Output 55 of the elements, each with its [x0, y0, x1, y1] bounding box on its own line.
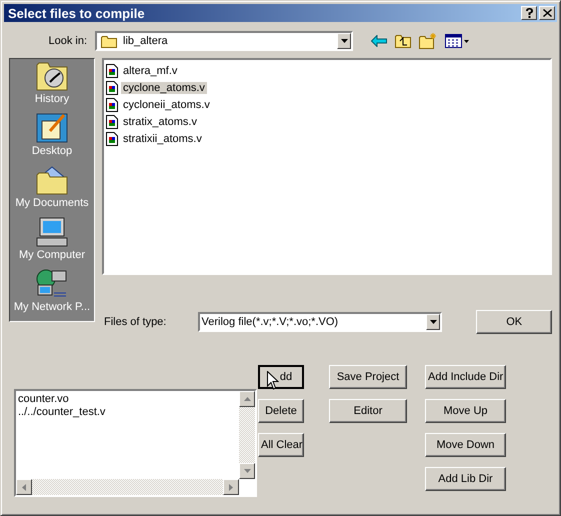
ok-button[interactable]: OK: [476, 310, 552, 334]
dialog-button[interactable]: Add Include Dir: [425, 365, 506, 389]
dialog-button[interactable]: All Clear: [258, 433, 304, 457]
file-type-dropdown[interactable]: Verilog file(*.v;*.V;*.vo;*.VO): [198, 312, 442, 332]
look-in-label: Look in:: [47, 35, 88, 47]
dialog-button[interactable]: Move Up: [425, 399, 506, 423]
scroll-left-icon: [22, 484, 26, 490]
view-menu-icon[interactable]: [445, 34, 469, 48]
place-item[interactable]: My Network P...: [14, 269, 90, 321]
network-computers-icon: [36, 269, 68, 299]
computer-icon: [36, 217, 68, 247]
list-item[interactable]: ../../counter_test.v: [18, 406, 237, 419]
dropdown-arrow-icon: [430, 320, 437, 324]
new-folder-icon[interactable]: [419, 33, 437, 49]
verilog-file-icon: [106, 80, 118, 94]
window-title: Select files to compile: [8, 6, 145, 20]
mouse-pointer-icon: [267, 371, 279, 390]
verilog-file-icon: [106, 132, 118, 146]
folder-clock-icon: [36, 61, 68, 91]
up-folder-icon[interactable]: [395, 34, 411, 48]
folder-icon: [101, 34, 117, 48]
file-item[interactable]: cyclone_atoms.v: [106, 79, 548, 96]
look-in-dropdown[interactable]: lib_altera: [95, 31, 353, 51]
dialog-button[interactable]: Editor: [329, 399, 407, 423]
place-item[interactable]: Desktop: [32, 113, 72, 165]
horizontal-scrollbar[interactable]: [16, 479, 239, 495]
scroll-right-icon: [229, 484, 233, 490]
back-arrow-icon[interactable]: [371, 35, 387, 47]
scroll-down-icon: [244, 469, 250, 473]
scroll-up-icon: [244, 397, 250, 401]
dialog-button[interactable]: Add Lib Dir: [425, 467, 506, 491]
documents-folder-icon: [36, 165, 68, 195]
place-item[interactable]: My Documents: [15, 165, 89, 217]
verilog-file-icon: [106, 114, 118, 128]
file-type-label: Files of type:: [103, 316, 168, 328]
place-item[interactable]: My Computer: [18, 217, 86, 269]
list-item[interactable]: counter.vo: [18, 393, 237, 406]
place-item[interactable]: History: [34, 61, 70, 113]
verilog-file-icon: [106, 98, 118, 112]
verilog-file-icon: [106, 64, 118, 78]
file-item[interactable]: stratix_atoms.v: [106, 113, 548, 130]
dialog-button[interactable]: dd: [258, 365, 304, 389]
close-icon: [542, 9, 552, 17]
help-icon: [524, 8, 534, 18]
help-button[interactable]: [521, 6, 537, 20]
file-item[interactable]: cycloneii_atoms.v: [106, 96, 548, 113]
desktop-note-icon: [36, 113, 68, 143]
close-button[interactable]: [539, 6, 555, 20]
dialog-button[interactable]: Delete: [258, 399, 304, 423]
dialog-button[interactable]: Save Project: [329, 365, 407, 389]
file-item[interactable]: stratixii_atoms.v: [106, 130, 548, 147]
dialog-button[interactable]: Move Down: [425, 433, 506, 457]
vertical-scrollbar[interactable]: [239, 391, 255, 479]
file-item[interactable]: altera_mf.v: [106, 62, 548, 79]
dropdown-arrow-icon: [340, 39, 348, 43]
